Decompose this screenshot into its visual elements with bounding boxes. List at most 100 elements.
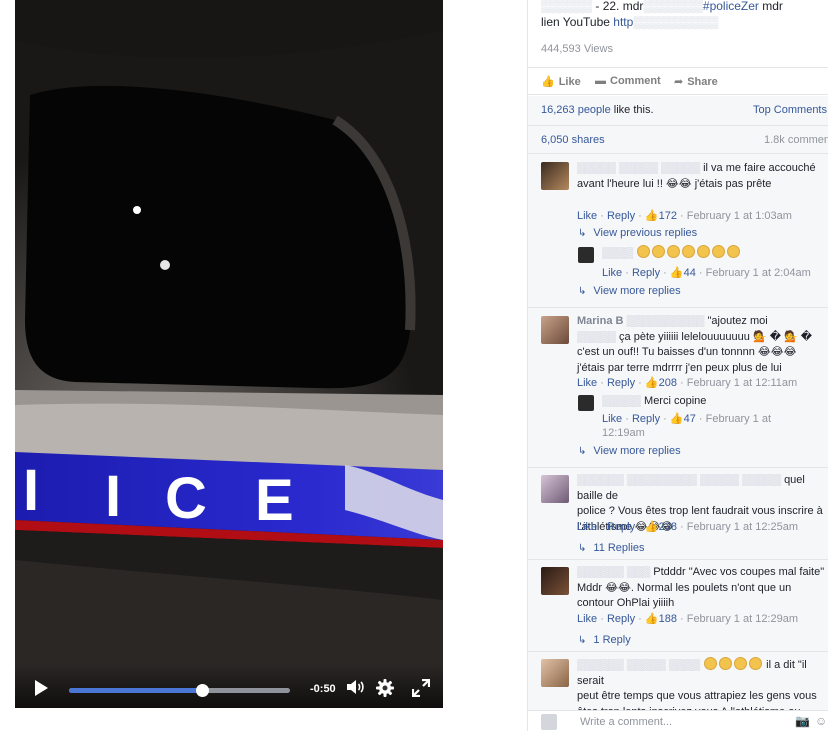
- comment-body-line1: Ptdddr "Avec vos coupes mal faite": [653, 566, 825, 578]
- camera-icon[interactable]: 📷: [795, 714, 810, 728]
- share-button[interactable]: ➦ Share: [674, 75, 718, 88]
- reply-timestamp[interactable]: February 1 at 2:04am: [706, 267, 811, 279]
- comment-meta: Like · Reply · 👍208 · February 1 at 12:1…: [577, 377, 798, 389]
- comment-reply-link[interactable]: Reply: [607, 210, 635, 222]
- comment-meta: Like · Reply · 👍188 · February 1 at 12:2…: [577, 613, 799, 625]
- comment-body: Mddr 😂😂. Normal les poulets n'ont que un…: [577, 581, 792, 610]
- avatar[interactable]: [541, 162, 569, 190]
- comment-like-link[interactable]: Like: [577, 377, 597, 389]
- comment-like-count[interactable]: 172: [659, 210, 677, 222]
- write-comment-bar: Write a comment... 📷 ☺: [528, 710, 828, 731]
- youtube-link[interactable]: http▒▒▒▒▒▒▒▒▒▒: [610, 15, 718, 29]
- view-previous-replies[interactable]: ↳ View previous replies: [578, 227, 697, 239]
- comment-timestamp[interactable]: February 1 at 12:25am: [687, 521, 798, 533]
- avatar[interactable]: [541, 316, 569, 344]
- blurred-text: ▒▒▒▒▒▒: [541, 0, 596, 13]
- comment-like-count[interactable]: 238: [659, 521, 677, 533]
- divider: [528, 651, 828, 652]
- svg-text:E: E: [255, 468, 294, 533]
- reply-timestamp-continued[interactable]: 12:19am: [602, 427, 645, 439]
- reply-meta: Like · Reply · 👍47 · February 1 at: [602, 413, 772, 425]
- reply-arrow-icon: ↳: [578, 228, 587, 239]
- play-icon[interactable]: [35, 680, 48, 696]
- svg-text:I: I: [23, 458, 39, 523]
- view-more-replies-label: View more replies: [593, 285, 681, 297]
- like-count-number: 16,263 people: [541, 104, 611, 116]
- replies-link-label: 11 Replies: [593, 542, 645, 554]
- progress-knob[interactable]: [195, 684, 209, 697]
- reply-like-count[interactable]: 47: [684, 413, 696, 425]
- comment-like-count[interactable]: 208: [659, 377, 677, 389]
- post-sidebar: ▒▒▒▒▒▒ - 22. mdr▒▒▒▒▒▒▒#policeZer mdr li…: [527, 0, 828, 731]
- reply-timestamp[interactable]: February 1 at: [706, 413, 771, 425]
- replies-link-label: 1 Reply: [593, 634, 631, 646]
- laughing-emoji-icon: [667, 245, 681, 258]
- view-more-replies[interactable]: ↳ View more replies: [578, 285, 681, 297]
- expand-icon[interactable]: [412, 679, 430, 697]
- gear-icon[interactable]: [376, 679, 394, 697]
- top-comments-toggle[interactable]: Top Comments: [753, 104, 827, 116]
- reply-like-link[interactable]: Like: [602, 267, 622, 279]
- reply-avatar[interactable]: [578, 395, 594, 411]
- my-avatar: [541, 714, 557, 730]
- comment-like-count[interactable]: 188: [659, 613, 677, 625]
- avatar[interactable]: [541, 567, 569, 595]
- time-remaining: -0:50: [310, 683, 336, 695]
- like-count[interactable]: 16,263 people like this.: [541, 104, 654, 116]
- avatar[interactable]: [541, 475, 569, 503]
- comment-like-link[interactable]: Like: [577, 613, 597, 625]
- volume-icon[interactable]: [346, 679, 366, 695]
- comment-reply-link[interactable]: Reply: [607, 377, 635, 389]
- comment-meta: Like · Reply · 👍238 · February 1 at 12:2…: [577, 521, 799, 533]
- share-icon: ➦: [674, 76, 684, 88]
- reply-reply-link[interactable]: Reply: [632, 267, 660, 279]
- laughing-emoji-icon: [697, 245, 711, 258]
- comment-text: ▒▒▒▒▒▒ ▒▒▒ Ptdddr "Avec vos coupes mal f…: [577, 565, 825, 612]
- progress-bar[interactable]: [69, 684, 290, 697]
- video-area: I I C E -0:50: [0, 0, 527, 731]
- like-count-suffix: like this.: [610, 104, 654, 116]
- video-player[interactable]: I I C E -0:50: [15, 0, 443, 708]
- like-label: Like: [558, 76, 581, 88]
- reply-like-count[interactable]: 44: [684, 267, 696, 279]
- view-more-replies[interactable]: ↳ View more replies: [578, 445, 681, 457]
- post-text: ▒▒▒▒▒▒ - 22. mdr▒▒▒▒▒▒▒#policeZer mdr li…: [541, 0, 826, 30]
- divider: [528, 467, 828, 468]
- likes-summary: 16,263 people like this. Top Comments: [528, 96, 828, 126]
- reply-avatar[interactable]: [578, 247, 594, 263]
- comment-timestamp[interactable]: February 1 at 1:03am: [687, 210, 792, 222]
- like-button[interactable]: 👍 Like: [541, 75, 581, 88]
- divider: [528, 307, 828, 308]
- thumbs-up-icon: 👍: [644, 521, 659, 533]
- blurred-text: ▒▒▒▒▒▒▒▒▒▒: [633, 15, 719, 29]
- view-previous-replies-label: View previous replies: [593, 227, 698, 239]
- reply-reply-link[interactable]: Reply: [632, 413, 660, 425]
- share-label: Share: [687, 76, 718, 88]
- comment-meta: Like · Reply · 👍172 · February 1 at 1:03…: [577, 210, 792, 222]
- thumbs-up-icon: 👍: [644, 377, 659, 389]
- blurred-author: ▒▒▒▒▒▒ ▒▒▒: [577, 566, 654, 578]
- comment-timestamp[interactable]: February 1 at 12:29am: [687, 613, 798, 625]
- comment-label: Comment: [610, 75, 661, 87]
- laughing-emoji-icon: [704, 657, 718, 670]
- blurred-author: ▒▒▒▒: [602, 247, 637, 259]
- comment-author[interactable]: Marina B: [577, 315, 623, 327]
- comment-reply-link[interactable]: Reply: [607, 613, 635, 625]
- comment-list: ▒▒▒▒▒ ▒▒▒▒▒ ▒▒▒▒▒ il va me faire accouch…: [528, 154, 828, 710]
- comment-button[interactable]: ▬ Comment: [595, 75, 661, 87]
- replies-link[interactable]: ↳ 11 Replies: [578, 542, 645, 554]
- smiley-icon[interactable]: ☺: [815, 714, 827, 728]
- share-count[interactable]: 6,050 shares: [541, 134, 605, 146]
- comment-input[interactable]: Write a comment...: [580, 716, 780, 728]
- view-more-replies-label: View more replies: [593, 445, 681, 457]
- comment-reply-link[interactable]: Reply: [607, 521, 635, 533]
- comment-like-link[interactable]: Like: [577, 210, 597, 222]
- hashtag-link[interactable]: #policeZer: [703, 0, 759, 13]
- laughing-emoji-icon: [734, 657, 748, 670]
- avatar[interactable]: [541, 659, 569, 687]
- replies-link[interactable]: ↳ 1 Reply: [578, 634, 631, 646]
- comment-timestamp[interactable]: February 1 at 12:11am: [687, 377, 797, 389]
- comment-like-link[interactable]: Like: [577, 521, 597, 533]
- laughing-emoji-icon: [637, 245, 651, 258]
- reply-like-link[interactable]: Like: [602, 413, 622, 425]
